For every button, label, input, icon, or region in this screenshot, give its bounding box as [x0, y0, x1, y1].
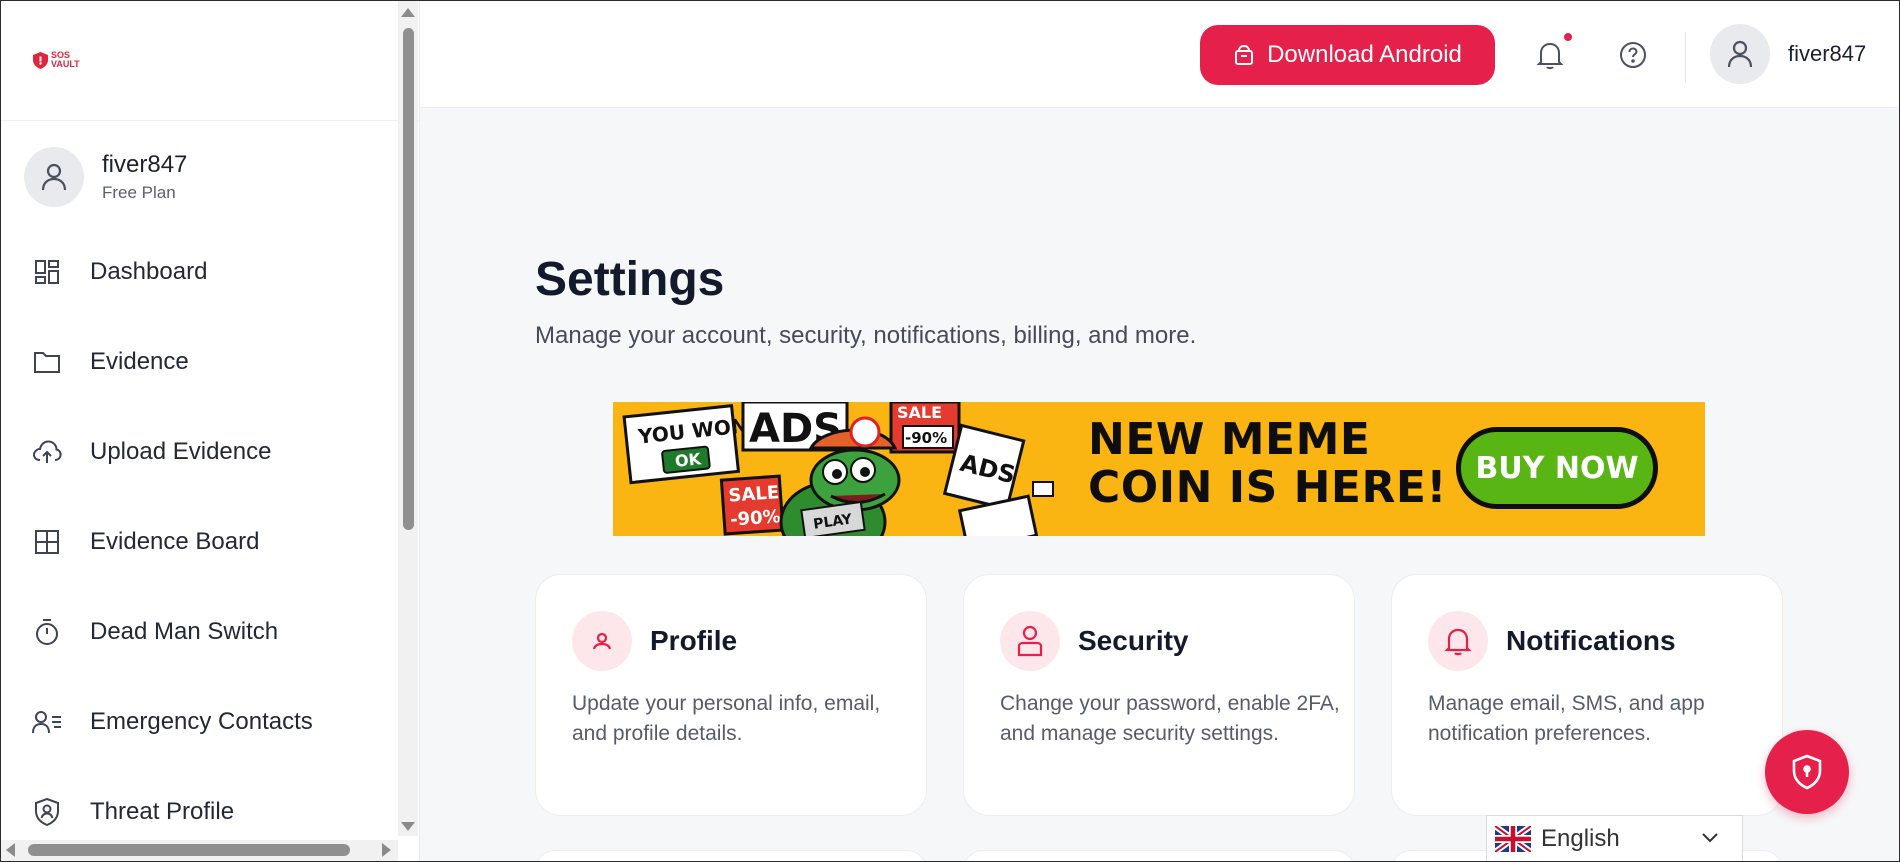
logo-row: SOS VAULT: [0, 0, 419, 121]
contacts-icon: [32, 707, 62, 737]
shield-user-icon: [32, 797, 62, 827]
sidebar: SOS VAULT fiver847 Free Plan Dashboard E…: [0, 0, 420, 862]
uk-flag-icon: [1495, 825, 1531, 852]
language-label: English: [1541, 824, 1620, 852]
ad-headline-line1: NEW MEME: [1088, 414, 1371, 465]
help-button[interactable]: [1613, 35, 1653, 75]
scroll-left-arrow-icon[interactable]: [6, 843, 15, 857]
sidebar-item-dead-man-switch[interactable]: Dead Man Switch: [0, 587, 419, 677]
card-title: Security: [1078, 625, 1189, 656]
avatar: [24, 146, 84, 207]
sidebar-item-label: Evidence Board: [90, 528, 260, 555]
sidebar-item-label: Emergency Contacts: [90, 708, 313, 735]
sos-floating-button[interactable]: [1765, 730, 1849, 814]
sidebar-item-evidence-board[interactable]: Evidence Board: [0, 497, 419, 587]
settings-card-security[interactable]: Security Change your password, enable 2F…: [963, 574, 1355, 816]
help-icon: [1620, 42, 1646, 68]
notification-dot: [1562, 31, 1574, 43]
download-android-label: Download Android: [1267, 41, 1462, 68]
shield-logo-icon: [33, 51, 48, 69]
folder-icon: [32, 347, 62, 377]
scroll-right-arrow-icon[interactable]: [382, 843, 391, 857]
scroll-up-arrow-icon[interactable]: [401, 8, 415, 17]
page-title: Settings: [535, 253, 725, 306]
sidebar-nav: Dashboard Evidence Upload Evidence Evide…: [0, 227, 419, 857]
sidebar-vertical-scroll-thumb[interactable]: [403, 28, 414, 530]
dashboard-icon: [32, 257, 62, 287]
sidebar-item-label: Threat Profile: [90, 798, 235, 825]
user-icon: [572, 611, 632, 671]
ad-sticker-discount: -90%: [729, 506, 781, 530]
card-description: Update your personal info, email, and pr…: [572, 692, 881, 745]
download-android-button[interactable]: Download Android: [1200, 25, 1495, 85]
settings-card-partial[interactable]: [963, 850, 1355, 862]
user-icon: [1727, 40, 1753, 68]
sidebar-horizontal-scroll-thumb[interactable]: [28, 844, 350, 856]
ad-sticker-discount-2: -90%: [905, 429, 947, 447]
card-description: Manage email, SMS, and app notification …: [1428, 692, 1705, 745]
settings-card-partial[interactable]: [535, 850, 927, 862]
timer-icon: [32, 617, 62, 647]
avatar: [1710, 24, 1770, 84]
topbar-divider: [1685, 32, 1686, 82]
lock-user-icon: [1000, 611, 1060, 671]
cloud-upload-icon: [32, 437, 62, 467]
ad-headline-line2: COIN IS HERE!: [1088, 462, 1447, 513]
ad-banner[interactable]: YOU WON! OK ADS SALE -90% SALE -90% ADS: [613, 402, 1705, 536]
ad-headline: NEW MEME COIN IS HERE!: [1088, 416, 1447, 512]
card-title: Profile: [650, 625, 738, 656]
page-subtitle: Manage your account, security, notificat…: [535, 322, 1197, 349]
ad-illustration: YOU WON! OK ADS SALE -90% SALE -90% ADS: [622, 402, 1054, 536]
ad-sticker-ok: OK: [674, 449, 702, 471]
user-icon: [41, 163, 67, 190]
card-title: Notifications: [1506, 625, 1676, 656]
ad-sticker-sale-2: SALE: [897, 403, 942, 422]
card-description: Change your password, enable 2FA, and ma…: [1000, 692, 1340, 745]
ad-sticker-sale: SALE: [728, 482, 780, 506]
sidebar-user-card[interactable]: fiver847 Free Plan: [0, 121, 419, 207]
logo-text-vault: VAULT: [51, 59, 80, 69]
settings-card-notifications[interactable]: Notifications Manage email, SMS, and app…: [1391, 574, 1783, 816]
settings-card-profile[interactable]: Profile Update your personal info, email…: [535, 574, 927, 816]
ad-buy-now-button[interactable]: BUY NOW: [1456, 427, 1658, 509]
bell-icon: [1428, 611, 1488, 671]
scroll-down-arrow-icon[interactable]: [401, 822, 415, 831]
topbar-user-menu[interactable]: fiver847: [1710, 24, 1866, 84]
topbar: Download Android fiver847: [420, 0, 1900, 108]
sidebar-item-label: Dashboard: [90, 258, 208, 285]
sidebar-item-evidence[interactable]: Evidence: [0, 317, 419, 407]
bell-icon: [1536, 42, 1564, 70]
sidebar-username: fiver847: [102, 150, 188, 178]
sidebar-item-label: Evidence: [90, 348, 189, 375]
sidebar-item-label: Upload Evidence: [90, 438, 272, 465]
topbar-username: fiver847: [1788, 41, 1867, 66]
language-selector[interactable]: English: [1486, 815, 1743, 862]
sidebar-item-label: Dead Man Switch: [90, 618, 279, 645]
android-icon: [1235, 44, 1254, 65]
shield-icon: [1792, 754, 1822, 790]
sidebar-plan: Free Plan: [102, 182, 176, 202]
sidebar-item-upload-evidence[interactable]: Upload Evidence: [0, 407, 419, 497]
grid-icon: [32, 527, 62, 557]
sidebar-item-dashboard[interactable]: Dashboard: [0, 227, 419, 317]
sidebar-item-emergency-contacts[interactable]: Emergency Contacts: [0, 677, 419, 767]
logo[interactable]: SOS VAULT: [33, 51, 80, 69]
chevron-down-icon: [1702, 833, 1718, 843]
